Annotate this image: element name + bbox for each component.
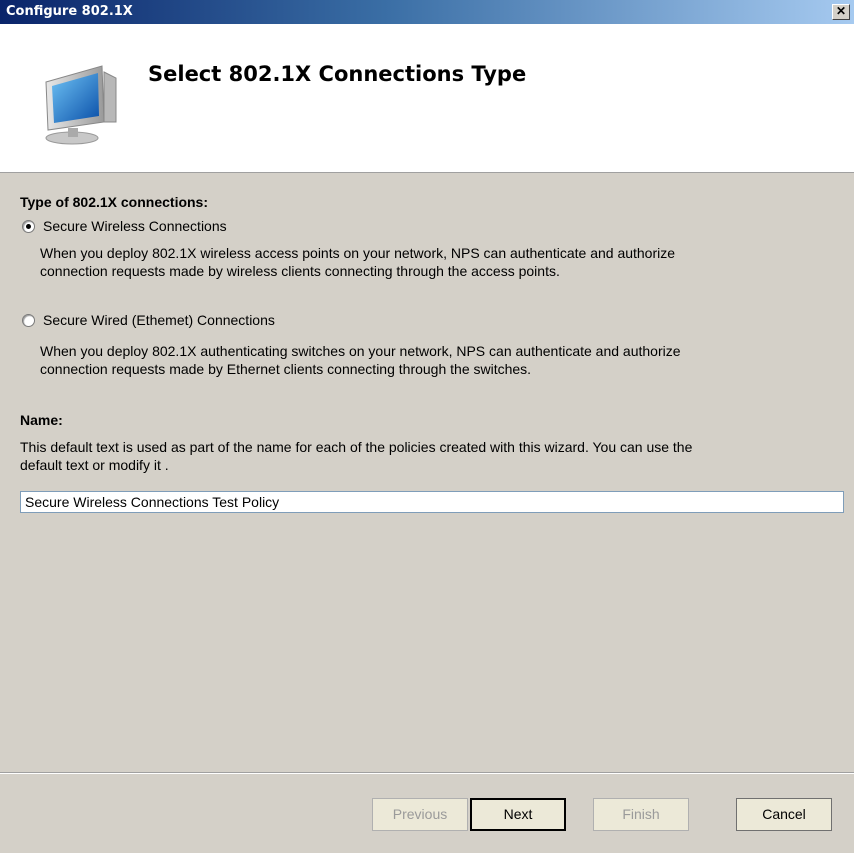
- radio-button-unselected[interactable]: [22, 313, 35, 327]
- wireless-description: When you deploy 802.1X wireless access p…: [40, 244, 840, 280]
- cancel-button[interactable]: Cancel: [736, 798, 832, 831]
- configure-dialog: Configure 802.1X ✕ Select 802.1X Connect…: [0, 0, 854, 853]
- page-title: Select 802.1X Connections Type: [148, 62, 527, 86]
- wired-description-line1: When you deploy 802.1X authenticating sw…: [40, 343, 681, 359]
- radio-wired[interactable]: Secure Wired (Ethemet) Connections: [22, 312, 275, 328]
- radio-wireless[interactable]: Secure Wireless Connections: [22, 218, 227, 234]
- name-section-label: Name:: [20, 412, 63, 428]
- finish-button[interactable]: Finish: [593, 798, 689, 831]
- radio-wired-label: Secure Wired (Ethemet) Connections: [43, 312, 275, 328]
- name-description-line2: default text or modify it .: [20, 457, 169, 473]
- wireless-description-line1: When you deploy 802.1X wireless access p…: [40, 245, 676, 261]
- policy-name-input[interactable]: Secure Wireless Connections Test Policy: [20, 491, 844, 513]
- connections-type-label: Type of 802.1X connections:: [20, 194, 209, 210]
- wired-description-line2: connection requests made by Ethernet cli…: [40, 361, 532, 377]
- computer-monitor-icon: [45, 65, 117, 145]
- footer-divider: [0, 772, 854, 774]
- previous-button[interactable]: Previous: [372, 798, 468, 831]
- radio-wireless-label: Secure Wireless Connections: [43, 218, 227, 234]
- name-description-line1: This default text is used as part of the…: [20, 439, 693, 455]
- radio-button-selected[interactable]: [22, 219, 35, 233]
- next-button[interactable]: Next: [470, 798, 566, 831]
- close-button[interactable]: ✕: [832, 4, 850, 20]
- wizard-header: Select 802.1X Connections Type: [0, 24, 854, 173]
- wireless-description-line2: connection requests made by wireless cli…: [40, 263, 560, 279]
- window-title: Configure 802.1X: [6, 4, 133, 19]
- name-description: This default text is used as part of the…: [20, 438, 840, 474]
- title-bar: Configure 802.1X ✕: [0, 0, 854, 24]
- wired-description: When you deploy 802.1X authenticating sw…: [40, 342, 840, 378]
